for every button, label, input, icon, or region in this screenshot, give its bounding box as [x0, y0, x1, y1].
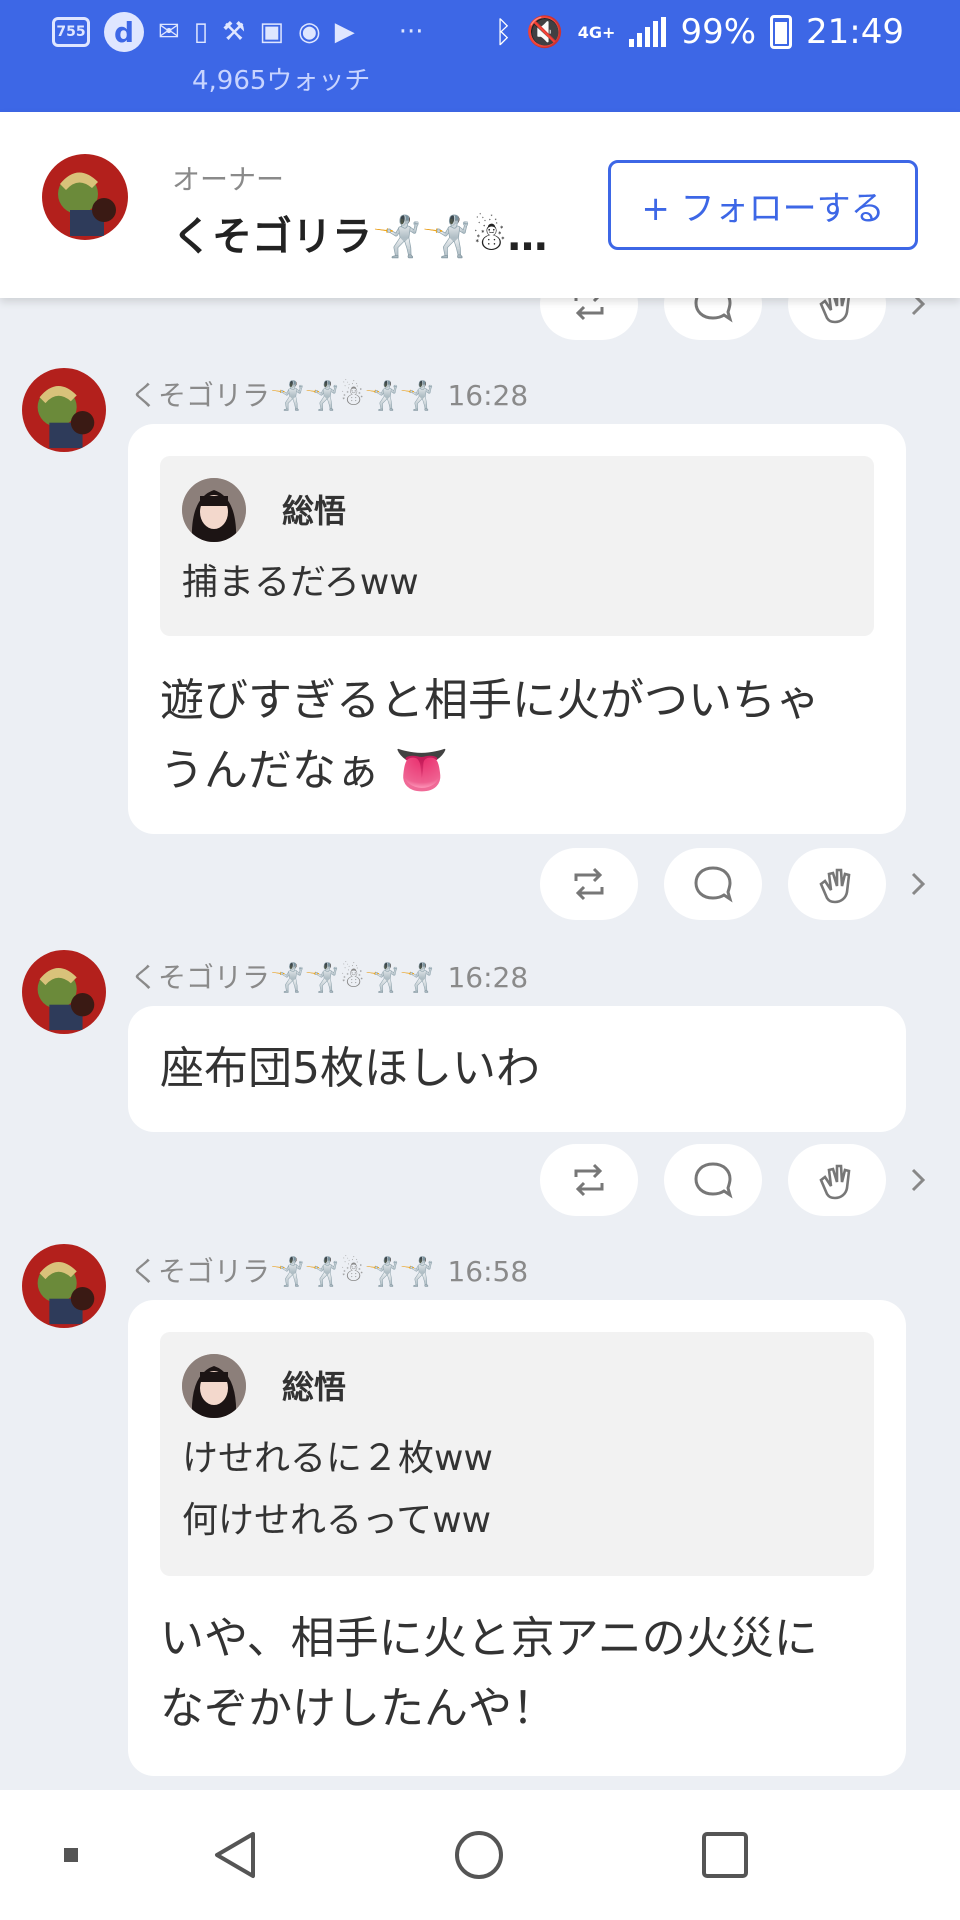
quote-author: 総悟 — [282, 492, 347, 530]
avatar[interactable] — [22, 1244, 106, 1328]
more-chevron-button[interactable] — [906, 848, 930, 920]
message-bubble[interactable]: 総悟 捕まるだろww 遊びすぎると相手に火がついちゃ うんだなぁ 👅 — [128, 424, 906, 834]
action-row-previous — [540, 298, 886, 340]
message-bubble[interactable]: 座布団5枚ほしいわ — [128, 1006, 906, 1132]
clock: 21:49 — [806, 12, 904, 52]
back-triangle-icon — [215, 1832, 255, 1878]
recents-button[interactable] — [690, 1820, 760, 1890]
message-bubble[interactable]: 総悟 けせれるに２枚ww 何けせれるってww いや、相手に火と京アニの火災に な… — [128, 1300, 906, 1776]
comment-button[interactable] — [664, 1144, 762, 1216]
quote-avatar — [182, 1354, 246, 1418]
clap-icon — [819, 868, 851, 904]
post-meta: くそゴリラ🤺🤺☃🤺🤺 16:28 — [130, 374, 528, 414]
signal-icon — [629, 17, 667, 47]
square-dot-icon — [64, 1848, 78, 1862]
4g-icon: 4G+ — [577, 22, 616, 42]
quote-text: 捕まるだろww — [182, 562, 419, 603]
clap-button[interactable] — [788, 848, 886, 920]
mute-icon: 🔇 — [526, 14, 564, 50]
image-icon: ▣ — [259, 17, 284, 47]
message-text: いや、相手に火と京アニの火災に なぞかけしたんや！ — [160, 1613, 818, 1734]
more-icon: ··· — [398, 17, 424, 47]
quoted-message[interactable]: 総悟 捕まるだろww — [160, 456, 874, 636]
battery-saver-icon: ▯ — [193, 17, 209, 47]
quote-avatar — [182, 478, 246, 542]
repost-icon — [574, 867, 604, 901]
post-meta: くそゴリラ🤺🤺☃🤺🤺 16:58 — [130, 1250, 528, 1290]
back-button[interactable] — [200, 1820, 270, 1890]
home-button[interactable] — [444, 1820, 514, 1890]
mail-icon: ✉ — [158, 17, 180, 47]
d-app-icon: d — [104, 12, 144, 52]
repost-button[interactable] — [540, 298, 638, 340]
action-row — [540, 848, 886, 920]
clap-icon — [819, 298, 850, 324]
repost-button[interactable] — [540, 1144, 638, 1216]
author-name[interactable]: くそゴリラ🤺🤺☃🤺🤺 — [130, 379, 435, 412]
chevron-right-icon — [911, 1168, 926, 1192]
status-bar: 755 d ✉ ▯ ⚒ ▣ ◉ ▶ ··· ᛒ 🔇 4G+ 99% 21:49 … — [0, 0, 960, 112]
quoted-message[interactable]: 総悟 けせれるに２枚ww 何けせれるってww — [160, 1332, 874, 1576]
comment-icon — [694, 298, 733, 323]
post-time: 16:28 — [447, 379, 529, 412]
clap-icon — [819, 1164, 851, 1200]
battery-percent: 99% — [680, 12, 757, 52]
repost-icon — [574, 298, 604, 321]
chevron-right-icon — [911, 298, 926, 316]
comment-icon — [694, 1162, 733, 1199]
post-time: 16:28 — [447, 961, 529, 994]
chevron-right-icon — [911, 872, 926, 896]
tool-icon: ⚒ — [222, 17, 246, 47]
recents-square-icon — [702, 1832, 748, 1878]
avatar[interactable] — [22, 368, 106, 452]
755-app-icon: 755 — [52, 17, 90, 47]
quote-text: けせれるに２枚ww 何けせれるってww — [182, 1438, 493, 1541]
author-name[interactable]: くそゴリラ🤺🤺☃🤺🤺 — [130, 961, 435, 994]
battery-icon — [770, 15, 793, 49]
owner-avatar[interactable] — [42, 154, 128, 240]
clap-button[interactable] — [788, 298, 886, 340]
android-icon: ◉ — [298, 17, 321, 47]
youtube-icon: ▶ — [334, 17, 355, 47]
owner-name[interactable]: くそゴリラ🤺🤺☃… — [172, 204, 547, 262]
action-row — [540, 1144, 886, 1216]
post-time: 16:58 — [447, 1255, 529, 1288]
avatar[interactable] — [22, 950, 106, 1034]
quote-author: 総悟 — [282, 1368, 347, 1406]
repost-icon — [574, 1163, 604, 1197]
bluetooth-icon: ᛒ — [494, 14, 513, 50]
watch-count: 4,965ウォッチ — [192, 66, 371, 96]
author-name[interactable]: くそゴリラ🤺🤺☃🤺🤺 — [130, 1255, 435, 1288]
more-chevron-button[interactable] — [906, 1144, 930, 1216]
follow-button[interactable]: + フォローする — [608, 160, 918, 250]
nav-dot-button[interactable] — [36, 1820, 106, 1890]
owner-header: オーナー くそゴリラ🤺🤺☃… + フォローする — [0, 112, 960, 298]
more-chevron-button[interactable] — [906, 298, 930, 340]
system-status: ᛒ 🔇 4G+ 99% 21:49 — [494, 8, 904, 56]
message-feed[interactable]: くそゴリラ🤺🤺☃🤺🤺 16:28 総悟 捕まるだろww 遊びすぎると相手に火がつ… — [0, 298, 960, 1790]
home-circle-icon — [455, 1831, 503, 1879]
owner-label: オーナー — [172, 163, 285, 196]
post-meta: くそゴリラ🤺🤺☃🤺🤺 16:28 — [130, 956, 528, 996]
comment-button[interactable] — [664, 848, 762, 920]
comment-button[interactable] — [664, 298, 762, 340]
message-text: 座布団5枚ほしいわ — [160, 1043, 540, 1094]
repost-button[interactable] — [540, 848, 638, 920]
comment-icon — [694, 866, 733, 903]
notification-icons: 755 d ✉ ▯ ⚒ ▣ ◉ ▶ ··· — [52, 10, 423, 54]
clap-button[interactable] — [788, 1144, 886, 1216]
message-text: 遊びすぎると相手に火がついちゃ うんだなぁ 👅 — [160, 675, 820, 796]
navigation-bar — [0, 1790, 960, 1920]
